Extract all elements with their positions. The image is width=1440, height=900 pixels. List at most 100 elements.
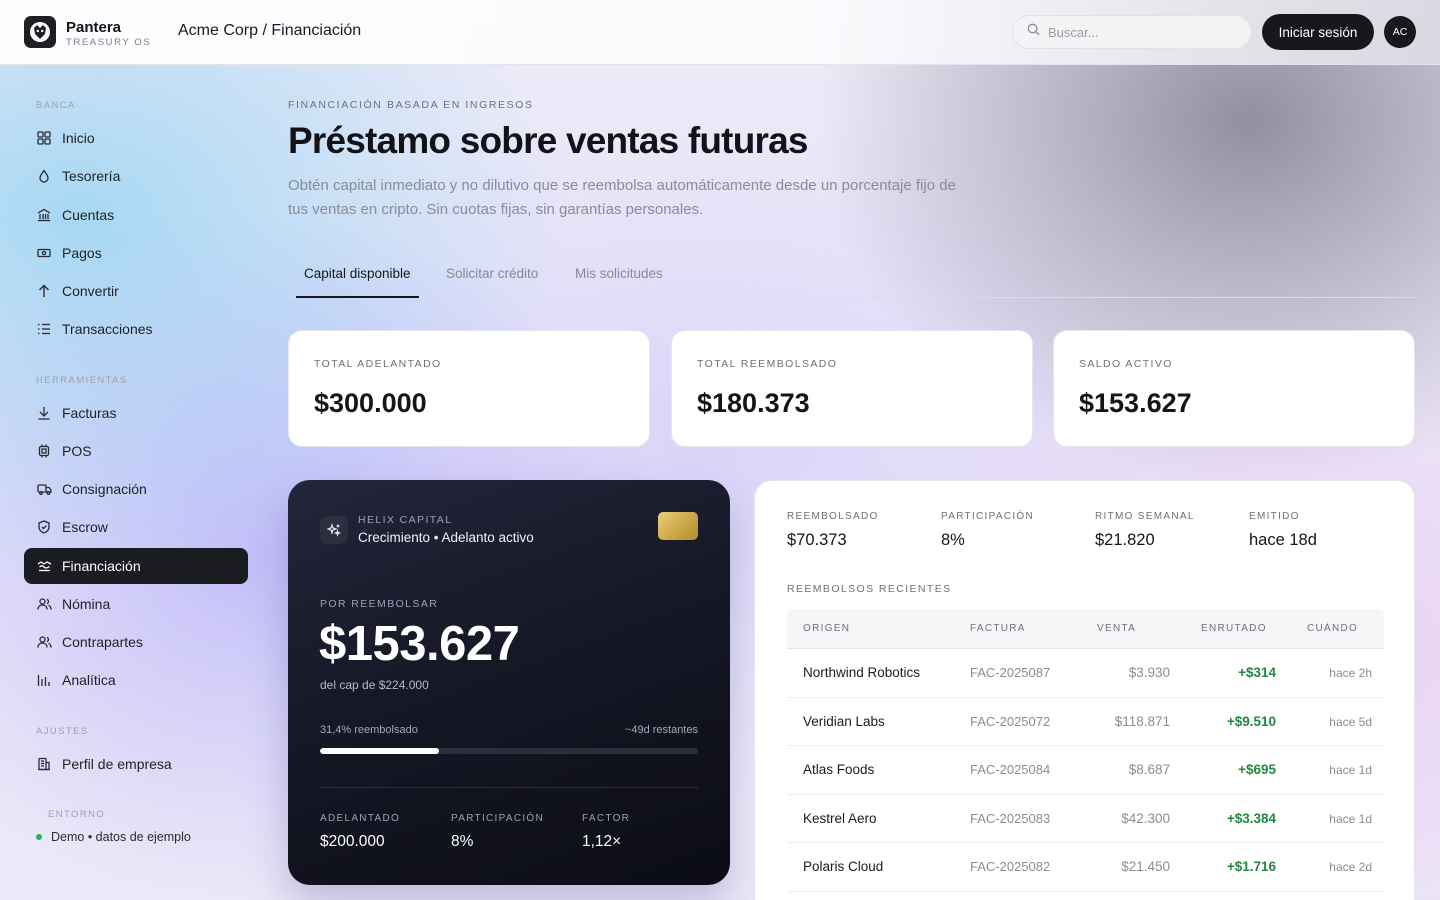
column-header-enrutado[interactable]: ENRUTADO — [1201, 623, 1267, 634]
sidebar-item-tesoreria[interactable]: Tesorería — [24, 158, 248, 194]
metric-label: EMITIDO — [1249, 511, 1300, 522]
cell-origin: Northwind Robotics — [803, 665, 921, 680]
brand-name: Pantera — [66, 19, 122, 36]
users-icon — [36, 596, 52, 612]
card-issuer: HELIX CAPITAL — [358, 514, 453, 526]
login-button[interactable]: Iniciar sesión — [1262, 14, 1374, 50]
repayments-panel: REEMBOLSADO $70.373 PARTICIPACIÓN 8% RIT… — [754, 480, 1415, 900]
card-stat-factor: FACTOR 1,12× — [582, 813, 630, 851]
metric-label: REEMBOLSADO — [787, 511, 879, 522]
users-icon — [36, 634, 52, 650]
sparkle-icon — [320, 516, 348, 544]
cell-sale: $21.450 — [1121, 859, 1170, 874]
sidebar-item-convertir[interactable]: Convertir — [24, 273, 248, 309]
sidebar-item-perfil-empresa[interactable]: Perfil de empresa — [24, 746, 248, 782]
arrow-up-icon — [36, 283, 52, 299]
owed-amount: $153.627 — [319, 617, 520, 671]
cell-invoice: FAC-2025082 — [970, 859, 1051, 874]
card-stat-label: PARTICIPACIÓN — [451, 813, 545, 824]
metric-label: RITMO SEMANAL — [1095, 511, 1195, 522]
recent-repayments-label: REEMBOLSOS RECIENTES — [787, 583, 952, 595]
table-row[interactable]: Veridian Labs FAC-2025072 $118.871 +$9.5… — [787, 698, 1384, 746]
cell-origin: Kestrel Aero — [803, 810, 877, 826]
tab-mis-solicitudes[interactable]: Mis solicitudes — [575, 258, 663, 298]
status-dot-icon — [36, 834, 42, 840]
column-header-cuando[interactable]: CUÁNDO — [1307, 623, 1358, 634]
metric-value: $21.820 — [1095, 531, 1155, 549]
sidebar-item-label: Perfil de empresa — [62, 756, 172, 772]
metric-reembolsado: REEMBOLSADO $70.373 — [787, 511, 879, 550]
sidebar-item-label: Facturas — [62, 405, 117, 421]
drop-icon — [36, 168, 52, 184]
table-row[interactable]: Kestrel Aero FAC-2025083 $42.300 +$3.384… — [787, 795, 1384, 843]
sidebar-item-label: Cuentas — [62, 207, 115, 223]
truck-icon — [36, 481, 52, 497]
sidebar-item-analitica[interactable]: Analítica — [24, 662, 248, 698]
sidebar-item-label: Pagos — [62, 245, 102, 261]
cell-origin: Polaris Cloud — [803, 859, 884, 874]
cell-when: hace 2d — [1329, 860, 1372, 874]
environment-value: Demo • datos de ejemplo — [51, 830, 191, 844]
card-stat-value: 1,12× — [582, 833, 622, 850]
cell-sale: $3.930 — [1128, 665, 1170, 680]
sidebar-item-label: Contrapartes — [62, 634, 143, 650]
sidebar-item-cuentas[interactable]: Cuentas — [24, 197, 248, 233]
sidebar-item-label: Convertir — [62, 283, 119, 299]
sidebar-item-financiacion[interactable]: Financiación — [24, 548, 248, 584]
card-stat-label: FACTOR — [582, 813, 631, 824]
cell-invoice: FAC-2025072 — [970, 713, 1051, 729]
divider — [320, 787, 698, 788]
column-header-factura[interactable]: FACTURA — [970, 623, 1026, 634]
sidebar-item-pos[interactable]: POS — [24, 433, 248, 469]
tab-capital-disponible[interactable]: Capital disponible — [296, 258, 419, 298]
cash-icon — [36, 245, 52, 261]
sidebar-item-consignacion[interactable]: Consignación — [24, 471, 248, 507]
card-status: Crecimiento • Adelanto activo — [358, 530, 534, 545]
sidebar-item-facturas[interactable]: Facturas — [24, 395, 248, 431]
table-row[interactable]: Polaris Cloud FAC-2025082 $21.450 +$1.71… — [787, 843, 1384, 892]
section-label-herramientas: HERRAMIENTAS — [36, 375, 128, 386]
cell-sale: $8.687 — [1128, 762, 1170, 777]
search-input[interactable] — [1048, 24, 1228, 40]
cell-routed: +$9.510 — [1226, 713, 1276, 729]
sidebar-item-label: Financiación — [62, 558, 141, 574]
panther-logo-icon[interactable] — [24, 16, 56, 48]
advance-card[interactable]: HELIX CAPITAL Crecimiento • Adelanto act… — [288, 480, 730, 885]
sidebar-item-escrow[interactable]: Escrow — [24, 509, 248, 545]
chip-icon — [36, 443, 52, 459]
metric-label: PARTICIPACIÓN — [941, 511, 1035, 522]
card-chip-icon — [658, 512, 698, 540]
owed-label: POR REEMBOLSAR — [320, 598, 439, 610]
table-row[interactable]: Northwind Robotics FAC-2025087 $3.930 +$… — [787, 649, 1384, 698]
table-row[interactable]: Atlas Foods FAC-2025084 $8.687 +$695 hac… — [787, 746, 1384, 795]
cell-sale: $118.871 — [1114, 713, 1170, 729]
stat-value: $180.373 — [697, 388, 810, 418]
page-title: Préstamo sobre ventas futuras — [288, 120, 808, 161]
environment-label: ENTORNO — [48, 809, 106, 820]
column-header-venta[interactable]: VENTA — [1097, 623, 1136, 634]
sidebar-item-nomina[interactable]: Nómina — [24, 586, 248, 622]
repayment-progress-fill — [320, 748, 439, 754]
metric-value: hace 18d — [1249, 531, 1317, 549]
cell-sale: $42.300 — [1121, 810, 1170, 826]
sidebar-item-pagos[interactable]: Pagos — [24, 235, 248, 271]
avatar[interactable]: AC — [1384, 16, 1416, 48]
tab-solicitar-credito[interactable]: Solicitar crédito — [446, 258, 538, 298]
top-header: Pantera TREASURY OS Acme Corp / Financia… — [0, 0, 1440, 65]
sidebar-item-label: Nómina — [62, 596, 111, 612]
search-box[interactable] — [1012, 15, 1252, 49]
sidebar-item-label: Transacciones — [62, 321, 153, 337]
column-header-origen[interactable]: ORIGEN — [803, 623, 850, 634]
stat-card-total-reembolsado: TOTAL REEMBOLSADO $180.373 — [671, 330, 1033, 447]
table-header: ORIGEN FACTURA VENTA ENRUTADO CUÁNDO — [787, 609, 1384, 649]
sidebar-item-transacciones[interactable]: Transacciones — [24, 311, 248, 347]
remaining-text: ~49d restantes — [624, 724, 698, 736]
sidebar-item-inicio[interactable]: Inicio — [24, 120, 248, 156]
list-icon — [36, 321, 52, 337]
cell-routed: +$314 — [1238, 665, 1276, 680]
progress-text: 31,4% reembolsado — [320, 724, 418, 736]
sidebar-item-contrapartes[interactable]: Contrapartes — [24, 624, 248, 660]
metric-value: 8% — [941, 531, 965, 549]
sidebar-item-label: Consignación — [62, 481, 147, 497]
stat-card-saldo-activo: SALDO ACTIVO $153.627 — [1053, 330, 1415, 447]
